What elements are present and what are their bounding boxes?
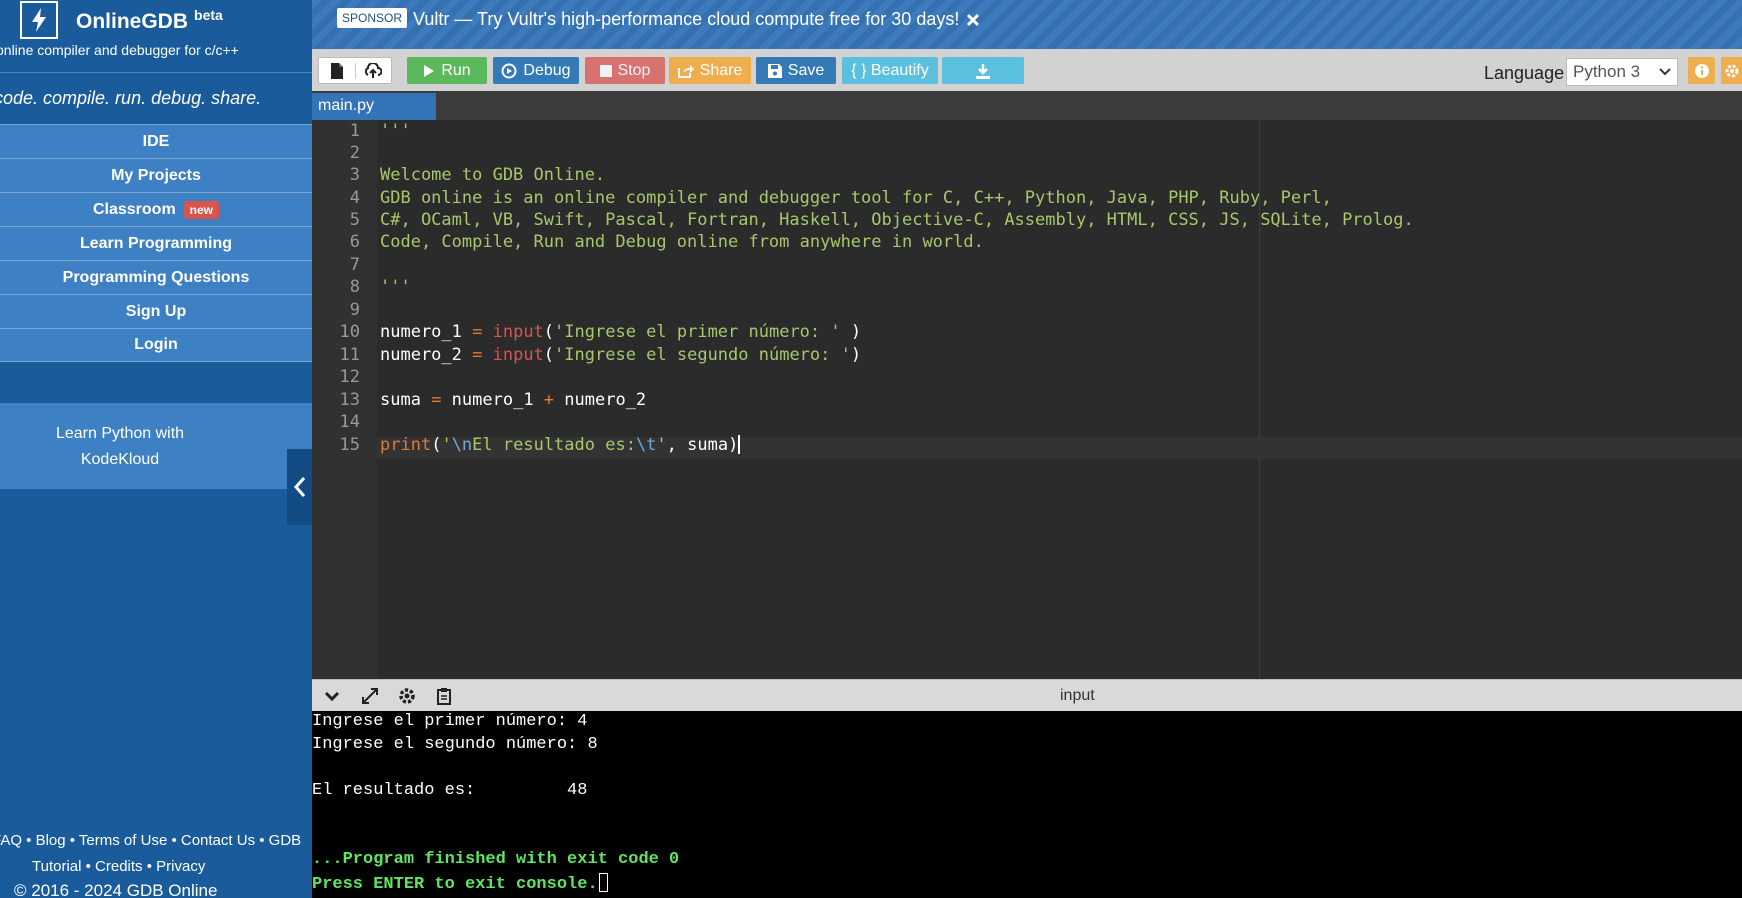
tab-main-py[interactable]: main.py [312, 93, 436, 120]
line-number: 1 [349, 121, 360, 141]
share-icon [677, 64, 694, 78]
sidebar-collapse-button[interactable] [287, 449, 312, 525]
share-button[interactable]: Share [669, 57, 751, 84]
toolbar: Run Debug Stop Share Save { } Beautify L… [312, 49, 1742, 91]
line-number: 6 [349, 232, 360, 252]
line-number: 8 [349, 277, 360, 297]
console-header: input [312, 679, 1742, 711]
expand-icon[interactable] [360, 687, 380, 705]
gear-icon [1725, 64, 1738, 77]
sidebar-item-classroom[interactable]: Classroom new [0, 192, 312, 226]
divider [0, 72, 312, 73]
bolt-icon [20, 1, 58, 39]
gear-icon[interactable] [397, 687, 417, 705]
line-number: 15 [339, 435, 360, 455]
beautify-button[interactable]: { } Beautify [842, 57, 938, 84]
console-line: El resultado es: 48 [312, 781, 588, 800]
line-number: 12 [339, 367, 360, 387]
download-button[interactable] [942, 57, 1024, 84]
sidebar-item-learn-programming[interactable]: Learn Programming [0, 226, 312, 260]
brand-name: OnlineGDB beta [76, 6, 223, 33]
line-number: 7 [349, 255, 360, 275]
sidebar-item-ide[interactable]: IDE [0, 124, 312, 158]
code-line: print('\nEl resultado es:\t', suma) [380, 435, 741, 455]
close-icon[interactable] [963, 10, 983, 30]
code-line: numero_2 = input('Ingrese el segundo núm… [380, 345, 862, 365]
console-output[interactable]: Ingrese el primer número: 4 Ingrese el s… [312, 711, 1742, 898]
code-editor[interactable]: 1 2 3 4 5 6 7 8 9 10 11 12 13 14 15 ''' … [312, 120, 1742, 679]
line-number: 3 [349, 165, 360, 185]
file-tab-bar: main.py [312, 91, 1742, 120]
code-line: ''' [380, 277, 411, 297]
console-cursor [598, 873, 608, 892]
stop-button[interactable]: Stop [585, 57, 665, 84]
new-badge: new [183, 200, 220, 219]
run-button[interactable]: Run [407, 57, 487, 84]
sidebar-item-label: Classroom [92, 200, 176, 218]
new-file-icon[interactable] [319, 62, 356, 79]
console-line: Ingrese el segundo número: 8 [312, 735, 598, 754]
upload-icon[interactable] [356, 62, 392, 79]
code-line: Welcome to GDB Online. [380, 165, 606, 185]
save-icon [767, 63, 782, 78]
promo-line1: Learn Python with [55, 425, 185, 442]
line-number: 10 [339, 322, 360, 342]
footer-links-2[interactable]: Tutorial • Credits • Privacy [32, 858, 205, 875]
info-icon [1694, 63, 1709, 78]
line-number: 11 [339, 345, 360, 365]
sidebar-item-sign-up[interactable]: Sign Up [0, 294, 312, 328]
sidebar: OnlineGDB beta online compiler and debugg… [0, 0, 312, 898]
download-icon [976, 63, 990, 79]
save-button[interactable]: Save [756, 57, 836, 84]
line-number: 9 [349, 300, 360, 320]
language-label: Language [1484, 63, 1565, 83]
code-line: GDB online is an online compiler and deb… [380, 188, 1332, 208]
sidebar-item-programming-questions[interactable]: Programming Questions [0, 260, 312, 294]
sidebar-item-login[interactable]: Login [0, 328, 312, 362]
copy-icon[interactable] [434, 687, 454, 705]
chevron-down-icon [1659, 68, 1671, 76]
file-button-group [318, 57, 392, 84]
sidebar-nav: IDE My Projects Classroom new Learn Prog… [0, 124, 312, 362]
line-number: 14 [339, 412, 360, 432]
debug-button[interactable]: Debug [493, 57, 579, 84]
info-button[interactable] [1688, 57, 1715, 84]
chevron-left-icon [293, 477, 305, 497]
brand-tagline: online compiler and debugger for c/c++ [0, 42, 239, 58]
console-status: ...Program finished with exit code 0 [312, 850, 680, 869]
debug-icon [501, 63, 517, 78]
brand[interactable]: OnlineGDB beta [20, 0, 223, 40]
sponsor-text[interactable]: Vultr — Try Vultr's high-performance clo… [413, 9, 959, 30]
console-title: input [1060, 687, 1095, 704]
sponsor-badge: SPONSOR [337, 8, 408, 28]
promo-line2: KodeKloud [80, 451, 160, 468]
footer-links[interactable]: FAQ • Blog • Terms of Use • Contact Us •… [0, 832, 301, 849]
code-line: ''' [380, 121, 411, 141]
console-prompt: Press ENTER to exit console. [312, 873, 608, 894]
copyright: © 2016 - 2024 GDB Online [14, 881, 218, 898]
brand-slogan: code. compile. run. debug. share. [0, 88, 262, 108]
sponsor-bar[interactable]: SPONSOR Vultr — Try Vultr's high-perform… [312, 0, 1742, 49]
stop-icon [599, 64, 612, 77]
code-line: Code, Compile, Run and Debug online from… [380, 232, 984, 252]
sidebar-item-my-projects[interactable]: My Projects [0, 158, 312, 192]
code-line: numero_1 = input('Ingrese el primer núme… [380, 322, 862, 342]
text-cursor [738, 435, 741, 454]
line-number: 2 [349, 143, 360, 163]
code-line: suma = numero_1 + numero_2 [380, 390, 647, 410]
code-line: C#, OCaml, VB, Swift, Pascal, Fortran, H… [380, 210, 1414, 230]
line-number: 5 [349, 210, 360, 230]
language-value: Python 3 [1573, 62, 1641, 81]
console-line: Ingrese el primer número: 4 [312, 712, 588, 731]
settings-button[interactable] [1721, 57, 1742, 84]
line-number: 13 [339, 390, 360, 410]
promo-banner[interactable]: Learn Python with KodeKloud [0, 403, 312, 489]
line-number: 4 [349, 188, 360, 208]
play-icon [424, 64, 435, 77]
chevron-down-icon[interactable] [322, 687, 342, 705]
language-select[interactable]: Python 3 [1566, 58, 1678, 86]
